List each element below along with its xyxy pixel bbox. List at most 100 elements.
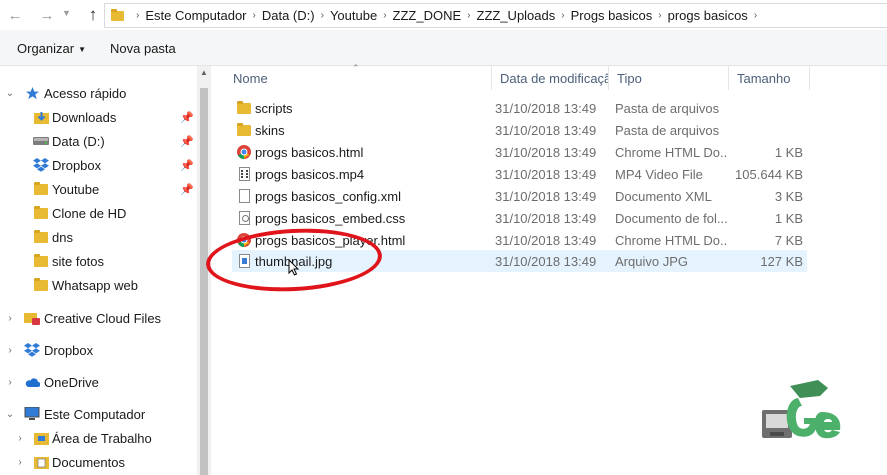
breadcrumb-chevron-icon[interactable]: › [253,10,256,21]
caret-down-icon: ▼ [78,45,86,55]
folder-icon [111,8,124,21]
scroll-up-arrow-icon[interactable]: ▲ [197,68,211,77]
collapsed-chevron-icon[interactable]: › [15,457,25,468]
breadcrumb-chevron-icon[interactable]: › [658,10,661,21]
file-type: Arquivo JPG [615,254,688,269]
desktop-folder-icon [33,430,49,446]
breadcrumb-chevron-icon[interactable]: › [754,10,757,21]
breadcrumb-chevron-icon[interactable]: › [467,10,470,21]
collapsed-chevron-icon[interactable]: › [5,377,15,388]
file-row-scripts[interactable]: scripts 31/10/2018 13:49 Pasta de arquiv… [232,97,807,119]
nav-item-clone-de-hd[interactable]: Clone de HD [0,202,197,224]
nav-label: OneDrive [44,374,99,390]
command-bar: Organizar ▼ Nova pasta [0,30,887,66]
breadcrumb-chevron-icon[interactable]: › [321,10,324,21]
breadcrumb-progs-basicos-current[interactable]: progs basicos [668,8,748,23]
nav-item-dropbox-quick[interactable]: Dropbox 📌 [0,154,197,176]
nav-label: Data (D:) [52,133,105,149]
column-header-size[interactable]: Tamanho [729,66,810,90]
breadcrumb-chevron-icon[interactable]: › [383,10,386,21]
expanded-chevron-icon[interactable]: ⌄ [5,409,15,420]
breadcrumb-chevron-icon[interactable]: › [561,10,564,21]
column-header-date[interactable]: Data de modificação [492,66,609,90]
breadcrumb-zzz-uploads[interactable]: ZZZ_Uploads [477,8,556,23]
file-size: 1 KB [774,211,803,226]
organize-label: Organizar [17,41,75,56]
dropbox-icon [33,157,49,173]
nav-item-data-d[interactable]: Data (D:) 📌 [0,130,197,152]
file-date: 31/10/2018 13:49 [495,254,597,269]
file-row-progs-basicos-mp4[interactable]: progs basicos.mp4 31/10/2018 13:49 MP4 V… [232,163,807,185]
nav-quick-access[interactable]: ⌄ Acesso rápido [0,82,197,104]
file-date: 31/10/2018 13:49 [495,145,597,160]
column-header-name[interactable]: Nome [225,66,492,90]
file-name: progs basicos.mp4 [255,167,365,182]
nav-item-site-fotos[interactable]: site fotos [0,250,197,272]
file-row-embed-css[interactable]: progs basicos_embed.css 31/10/2018 13:49… [232,207,807,229]
cloud-icon [24,374,40,390]
file-row-skins[interactable]: skins 31/10/2018 13:49 Pasta de arquivos [232,119,807,141]
breadcrumb-chevron-icon[interactable]: › [136,10,139,21]
nav-onedrive[interactable]: › OneDrive [0,371,197,393]
collapsed-chevron-icon[interactable]: › [5,313,15,324]
file-name: scripts [255,101,293,116]
nav-dropbox[interactable]: › Dropbox [0,339,197,361]
nav-label: dns [52,229,73,245]
computer-icon [24,406,40,422]
up-arrow-icon[interactable]: ↑ [82,4,104,26]
pin-icon[interactable]: 📌 [180,111,194,124]
file-size: 3 KB [774,189,803,204]
nav-item-dns[interactable]: dns [0,226,197,248]
pin-icon[interactable]: 📌 [180,135,194,148]
column-header-type[interactable]: Tipo [609,66,729,90]
file-size: 1 KB [774,145,803,160]
address-bar[interactable]: › Este Computador › Data (D:) › Youtube … [104,3,887,28]
nav-label: Área de Trabalho [52,430,152,446]
breadcrumb-este-computador[interactable]: Este Computador [145,8,246,23]
nav-label: Whatsapp web [52,277,138,293]
scrollbar-thumb[interactable] [200,88,208,475]
nav-label: Dropbox [44,342,94,358]
file-name: progs basicos_config.xml [255,189,401,204]
pin-icon[interactable]: 📌 [180,183,194,196]
nav-item-youtube[interactable]: Youtube 📌 [0,178,197,200]
documents-folder-icon [33,454,49,470]
nav-item-downloads[interactable]: Downloads 📌 [0,106,197,128]
nav-label: Dropbox [52,157,102,173]
breadcrumb-progs-basicos-parent[interactable]: Progs basicos [571,8,653,23]
collapsed-chevron-icon[interactable]: › [5,345,15,356]
folder-icon [236,122,252,138]
pin-icon[interactable]: 📌 [180,159,194,172]
folder-icon [236,100,252,116]
file-row-config-xml[interactable]: progs basicos_config.xml 31/10/2018 13:4… [232,185,807,207]
nav-label: Downloads [52,109,117,125]
nav-this-pc[interactable]: ⌄ Este Computador [0,403,197,425]
file-name: progs basicos.html [255,145,364,160]
address-row: ← → ▼ ↑ › Este Computador › Data (D:) › … [0,0,887,30]
nav-label: Youtube [52,181,100,197]
collapsed-chevron-icon[interactable]: › [15,433,25,444]
recent-locations-chevron-icon[interactable]: ▼ [62,8,71,18]
new-folder-button[interactable]: Nova pasta [110,41,176,56]
nav-label: site fotos [52,253,105,269]
nav-item-desktop[interactable]: › Área de Trabalho [0,427,197,449]
file-type: Documento de fol... [615,211,727,226]
nav-creative-cloud[interactable]: › Creative Cloud Files [0,307,197,329]
forward-arrow-icon[interactable]: → [36,4,58,26]
dropbox-icon [24,342,40,358]
expanded-chevron-icon[interactable]: ⌄ [5,88,15,99]
back-arrow-icon[interactable]: ← [4,4,26,26]
organize-button[interactable]: Organizar ▼ [17,41,86,56]
folder-icon [33,277,49,293]
file-date: 31/10/2018 13:49 [495,167,597,182]
breadcrumb-youtube[interactable]: Youtube [330,8,377,23]
stylesheet-icon [236,210,252,226]
file-row-progs-basicos-html[interactable]: progs basicos.html 31/10/2018 13:49 Chro… [232,141,807,163]
file-date: 31/10/2018 13:49 [495,101,597,116]
nav-item-whatsapp-web[interactable]: Whatsapp web [0,274,197,296]
nav-item-documents[interactable]: › Documentos [0,451,197,473]
nav-label: Acesso rápido [44,85,127,101]
breadcrumb-zzz-done[interactable]: ZZZ_DONE [393,8,462,23]
breadcrumb-data-d[interactable]: Data (D:) [262,8,315,23]
download-folder-icon [33,109,49,125]
